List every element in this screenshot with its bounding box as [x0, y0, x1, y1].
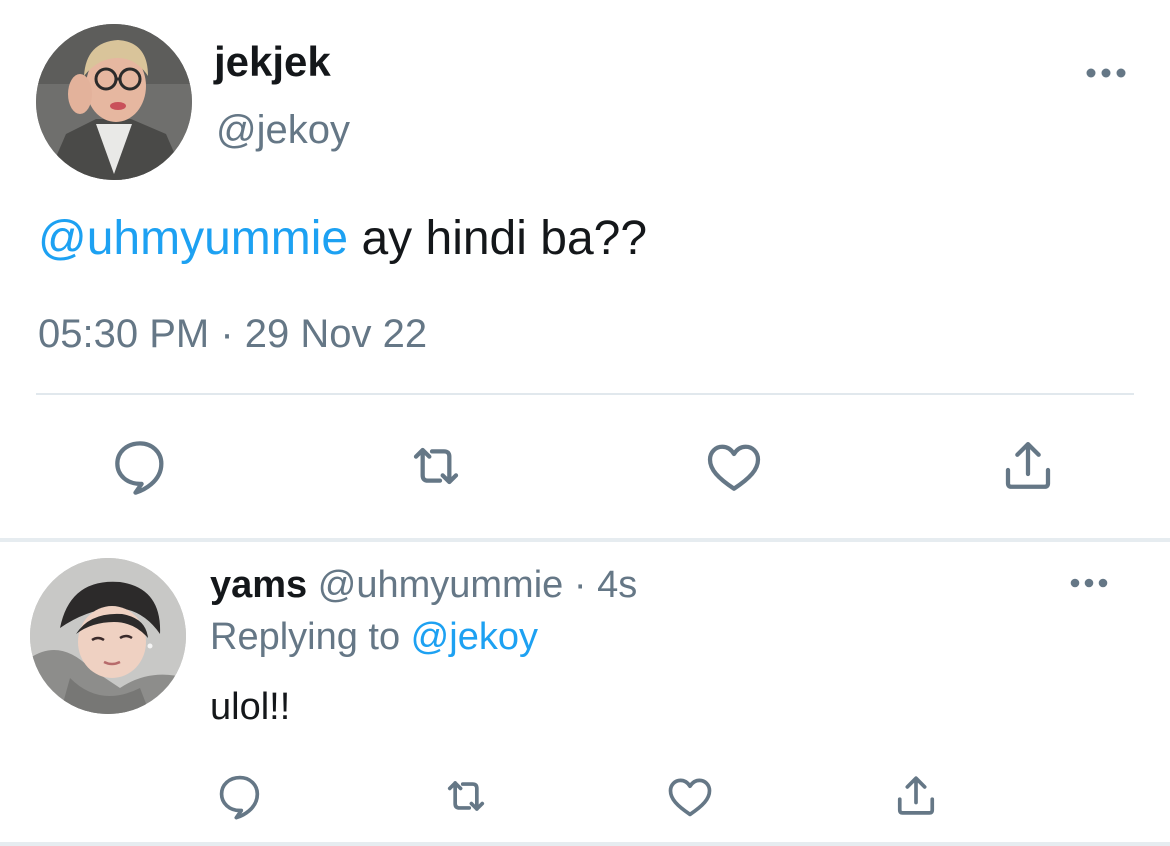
reply-icon[interactable]	[108, 434, 172, 498]
author-display-name[interactable]: jekjek	[214, 38, 331, 86]
heart-icon[interactable]	[664, 770, 716, 822]
heart-icon[interactable]	[702, 434, 766, 498]
header-separator: ·	[563, 564, 598, 606]
reply-icon[interactable]	[214, 770, 266, 822]
mention-link[interactable]: @uhmyummie	[38, 212, 348, 265]
replying-to-mention[interactable]: @jekoy	[411, 616, 538, 658]
bottom-divider	[0, 842, 1170, 846]
avatar-jekjek[interactable]	[36, 24, 192, 180]
author-handle[interactable]: @jekoy	[216, 106, 350, 154]
tweet-text: @uhmyummie ay hindi ba??	[38, 210, 647, 268]
share-icon[interactable]	[996, 434, 1060, 498]
reply-text: ulol!!	[210, 686, 291, 728]
avatar-yams[interactable]	[30, 558, 186, 714]
reply-author-display-name[interactable]: yams	[210, 564, 307, 606]
divider	[36, 393, 1134, 395]
tweet-body: ay hindi ba??	[348, 212, 648, 265]
replying-to: Replying to @jekoy	[210, 614, 538, 660]
replying-prefix: Replying to	[210, 616, 411, 658]
more-horizontal-icon[interactable]	[1068, 576, 1110, 590]
reply-header: yams @uhmyummie · 4s	[210, 562, 637, 608]
reply-time[interactable]: 4s	[597, 564, 637, 606]
section-divider	[0, 538, 1170, 542]
more-horizontal-icon[interactable]	[1084, 66, 1128, 80]
retweet-icon[interactable]	[404, 434, 468, 498]
share-icon[interactable]	[890, 770, 942, 822]
retweet-icon[interactable]	[440, 770, 492, 822]
tweet-timestamp[interactable]: 05:30 PM · 29 Nov 22	[38, 310, 427, 358]
reply-author-handle[interactable]: @uhmyummie	[318, 564, 564, 606]
